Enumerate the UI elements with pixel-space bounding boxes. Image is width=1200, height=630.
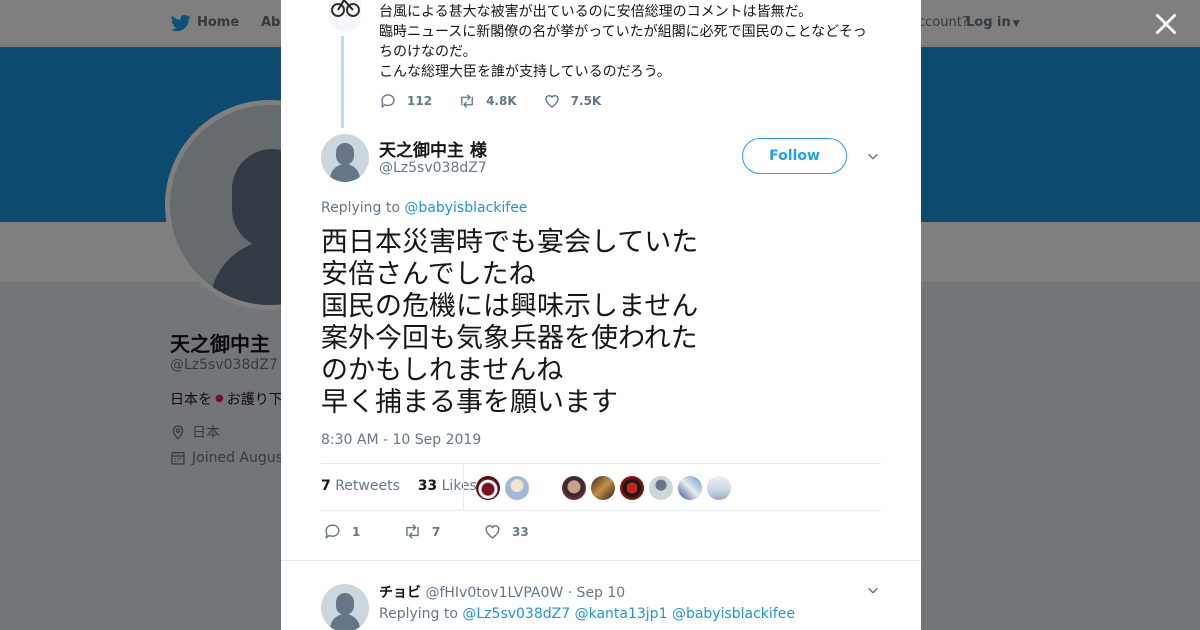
liker-avatar[interactable] [591,476,615,500]
retweet-button[interactable]: 7 [403,522,483,541]
like-button[interactable]: 33 [483,522,563,541]
parent-reply-button[interactable]: 112 [379,92,432,110]
tweet-author-name[interactable]: 天之御中主 様 [379,136,487,161]
tweet-modal: 台風による甚大な被害が出ているのに安倍総理のコメントは皆無だ。 臨時ニュースに新… [281,0,921,630]
replies-divider [281,560,921,561]
stats-divider [463,464,464,510]
liker-avatar[interactable] [505,476,529,500]
likes-count: 33 [417,478,438,494]
tweet-text-line: 案外今回も気象兵器を使われた [321,323,698,354]
replying-prefix: Replying to [321,200,400,216]
avatar-shoulders-shape [330,614,360,630]
tweet-author-handle[interactable]: @Lz5sv038dZ7 [379,160,487,176]
reply-count: 1 [352,524,361,539]
liker-avatar[interactable] [678,476,702,500]
parent-tweet-line: 台風による甚大な被害が出ているのに安倍総理のコメントは皆無だ。 [379,4,813,20]
replying-to-link[interactable]: @babyisblackifee [404,200,527,216]
reply-date[interactable]: · Sep 10 [568,585,626,601]
reply-icon [381,94,395,108]
close-icon[interactable] [1153,11,1179,37]
follow-button[interactable]: Follow [742,138,847,174]
replying-to-link[interactable]: @kanta13jp1 [575,606,668,622]
avatar-head-shape [336,143,354,165]
thread-connector-line [341,36,344,128]
tweet-timestamp[interactable]: 8:30 AM - 10 Sep 2019 [321,432,481,448]
liker-avatar[interactable] [476,476,500,500]
reply-replying-to: Replying to @Lz5sv038dZ7 @kanta13jp1 @ba… [379,606,795,622]
tweet-text-line: のかもしれませんね [321,355,564,386]
tweet-actions: 1 7 33 [323,522,563,541]
avatar-shoulders-shape [330,164,360,182]
heart-icon [485,525,500,539]
liker-avatar[interactable] [620,476,644,500]
retweets-stat[interactable]: 7 Retweets [321,478,400,494]
tweet-text-line: 国民の危機には興味示しません [321,291,699,322]
reply-icon [325,524,340,539]
tweet-text-line: 安倍さんでしたね [321,259,536,290]
chevron-down-icon[interactable] [866,584,880,598]
parent-tweet-avatar[interactable] [329,0,361,32]
replying-prefix: Replying to [379,606,458,622]
replying-to: Replying to @babyisblackifee [321,200,527,216]
likes-stat[interactable]: 33 Likes [418,478,477,494]
tweet-text-line: 早く捕まる事を願います [321,387,618,418]
retweet-icon [461,94,473,108]
reply-header: チョビ @fHIv0tov1LVPA0W · Sep 10 [379,582,625,602]
parent-tweet-actions: 112 4.8K 7.5K [379,92,627,110]
replying-to-link[interactable]: @babyisblackifee [672,606,795,622]
tweet-text-line: 西日本災害時でも宴会していた [321,227,699,258]
reply-author-avatar[interactable] [321,584,369,630]
retweet-icon [406,524,419,539]
parent-retweet-count: 4.8K [486,94,517,108]
reply-author-handle[interactable]: @fHIv0tov1LVPA0W [425,585,563,601]
liker-avatar[interactable] [562,476,586,500]
parent-tweet-line: こんな総理大臣を誰が支持しているのだろう。 [379,64,671,80]
reply-button[interactable]: 1 [323,522,403,541]
heart-icon [544,95,559,108]
parent-like-count: 7.5K [570,94,602,108]
stats-counts: 7 Retweets 33 Likes [321,478,477,494]
likes-label: Likes [441,478,477,494]
tweet-text: 西日本災害時でも宴会していた 安倍さんでしたね 国民の危機には興味示しません 案… [321,227,881,419]
reply-author-name[interactable]: チョビ [379,585,421,601]
retweet-count: 7 [432,524,441,539]
chevron-down-icon[interactable] [866,150,880,164]
parent-tweet-line: 臨時ニュースに新閣僚の名が挙がっていたが組閣に必死で国民のことなどそっ [379,24,867,40]
parent-tweet-line: ちのけなのだ。 [379,44,477,60]
bicycle-avatar-image [331,0,360,17]
like-count: 33 [512,524,529,539]
liker-avatar[interactable] [707,476,731,500]
parent-reply-count: 112 [407,94,433,108]
parent-retweet-button[interactable]: 4.8K [458,92,517,110]
retweets-count: 7 [321,478,331,494]
parent-like-button[interactable]: 7.5K [543,92,602,110]
avatar-head-shape [336,593,354,615]
tweet-author-avatar[interactable] [321,134,369,182]
retweets-label: Retweets [335,478,400,494]
liker-avatar[interactable] [649,476,673,500]
tweet-stats: 7 Retweets 33 Likes [321,463,881,511]
parent-tweet-text: 台風による甚大な被害が出ているのに安倍総理のコメントは皆無だ。 臨時ニュースに新… [379,2,879,82]
replying-to-link[interactable]: @Lz5sv038dZ7 [462,606,570,622]
